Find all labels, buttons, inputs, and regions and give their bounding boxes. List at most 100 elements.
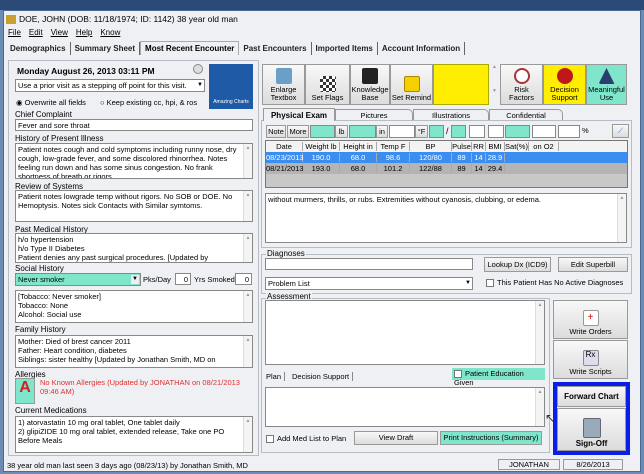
scrollbar[interactable]: ▲ bbox=[535, 388, 544, 426]
radio-overwrite[interactable]: ◉ Overwrite all fields bbox=[16, 98, 86, 107]
radio-keep[interactable]: ○ Keep existing cc, hpi, & ros bbox=[100, 98, 197, 107]
weight-input[interactable] bbox=[310, 125, 335, 138]
decision-support-button[interactable]: Decision Support bbox=[543, 64, 586, 105]
exam-textbox[interactable]: without murmers, thrills, or rubs. Extre… bbox=[265, 193, 627, 243]
table-cell: RR bbox=[472, 142, 486, 151]
scrollbar[interactable]: ▲ bbox=[243, 144, 252, 178]
bmi-input[interactable] bbox=[505, 125, 530, 138]
patient-education-checkbox[interactable]: Patient Education Given bbox=[452, 368, 545, 387]
meaningful-use-button[interactable]: Meaningful Use bbox=[586, 64, 627, 105]
menu-help[interactable]: Help bbox=[76, 28, 92, 37]
clock-icon[interactable] bbox=[193, 64, 203, 74]
set-remind-button[interactable]: Set Remind bbox=[390, 64, 433, 105]
scrollbar[interactable]: ▲ bbox=[243, 191, 252, 221]
tab-confidential[interactable]: Confidential bbox=[489, 109, 563, 120]
pmh-line: h/o hypertension bbox=[18, 235, 74, 244]
enlarge-textbox-button[interactable]: Enlarge Textbox bbox=[262, 64, 305, 105]
print-instructions-button[interactable]: Print Instructions (Summary) bbox=[440, 431, 542, 445]
pmh-textbox[interactable]: h/o hypertension h/o Type II Diabetes Pati… bbox=[15, 233, 253, 263]
table-row[interactable]: 08/21/2013 193.0 68.0 101.2 122/88 89 14 29.4 bbox=[266, 163, 627, 174]
pulse-input[interactable] bbox=[469, 125, 485, 138]
edit-superbill-button[interactable]: Edit Superbill bbox=[558, 257, 628, 272]
scrollbar[interactable]: ▲ bbox=[243, 234, 252, 262]
tab-plan[interactable]: Plan bbox=[266, 372, 286, 381]
no-active-diagnoses-checkbox[interactable]: This Patient Has No Active Diagnoses bbox=[486, 278, 623, 288]
scrollbar[interactable]: ▲ bbox=[243, 336, 252, 367]
tab-decision-support[interactable]: Decision Support bbox=[292, 372, 354, 381]
button-label: Set Flags bbox=[311, 93, 344, 102]
tab-past-encounters[interactable]: Past Encounters bbox=[239, 41, 312, 55]
percent-label: % bbox=[582, 126, 589, 135]
button-label: Knowledge Base bbox=[351, 85, 389, 102]
tab-summary-sheet[interactable]: Summary Sheet bbox=[71, 41, 141, 55]
table-cell: 14 bbox=[472, 153, 486, 162]
tab-physical-exam[interactable]: Physical Exam bbox=[263, 108, 335, 121]
vitals-graph-icon[interactable]: ⟋ bbox=[612, 124, 629, 138]
table-cell: Height in bbox=[340, 142, 377, 151]
assessment-textbox[interactable]: ▲ bbox=[265, 300, 545, 365]
view-draft-button[interactable]: View Draft bbox=[354, 431, 438, 445]
risk-factors-button[interactable]: Risk Factors bbox=[500, 64, 543, 105]
prior-visit-dropdown[interactable]: Use a prior visit as a stepping off poin… bbox=[15, 79, 205, 92]
social-history-textbox[interactable]: [Tobacco: Never smoker] Tobacco: None Alco… bbox=[15, 290, 253, 323]
exam-text: without murmers, thrills, or rubs. Extre… bbox=[268, 195, 542, 204]
tab-demographics[interactable]: Demographics bbox=[6, 41, 71, 55]
tab-most-recent-encounter[interactable]: Most Recent Encounter bbox=[140, 41, 240, 55]
chief-complaint-input[interactable]: Fever and sore throat bbox=[15, 119, 253, 131]
sat-input[interactable] bbox=[532, 125, 556, 138]
menu-know[interactable]: Know bbox=[100, 28, 120, 37]
reminder-scrollbar[interactable]: ▲ ▼ bbox=[490, 64, 499, 105]
checkered-flag-icon bbox=[319, 76, 336, 92]
smoking-status-dropdown[interactable]: Never smoker ▼ bbox=[15, 273, 141, 286]
problem-list-dropdown[interactable]: Problem List ▼ bbox=[265, 277, 473, 290]
scrollbar[interactable]: ▲ bbox=[535, 301, 544, 364]
sign-off-button[interactable]: Sign-Off bbox=[557, 408, 626, 451]
lookup-dx-button[interactable]: Lookup Dx (ICD9) bbox=[484, 257, 551, 272]
add-med-list-checkbox[interactable]: Add Med List to Plan bbox=[266, 434, 346, 444]
knowledge-base-button[interactable]: Knowledge Base bbox=[350, 64, 390, 105]
ros-textbox[interactable]: Patient notes lowgrade temp without rigo… bbox=[15, 190, 253, 222]
scrollbar[interactable]: ▲ bbox=[617, 194, 626, 242]
family-history-textbox[interactable]: Mother: Died of brest cancer 2011 Father:… bbox=[15, 335, 253, 368]
yrs-smoked-input[interactable]: 0 bbox=[235, 273, 252, 285]
allergy-icon[interactable]: A bbox=[15, 378, 35, 404]
hpi-textbox[interactable]: Patient notes cough and cold symptoms in… bbox=[15, 143, 253, 179]
bp-systolic-input[interactable] bbox=[429, 125, 444, 138]
menu-file[interactable]: File bbox=[8, 28, 21, 37]
pks-day-input[interactable]: 0 bbox=[175, 273, 191, 285]
rr-input[interactable] bbox=[488, 125, 504, 138]
menu-view[interactable]: View bbox=[51, 28, 68, 37]
button-label: Set Remind bbox=[391, 93, 432, 102]
tab-account-information[interactable]: Account Information bbox=[378, 41, 466, 55]
tab-pictures[interactable]: Pictures bbox=[335, 109, 413, 120]
flask-icon bbox=[598, 68, 615, 84]
scrollbar[interactable]: ▲ bbox=[243, 417, 252, 452]
table-row[interactable]: 08/23/2013 190.0 68.0 98.6 120/80 89 14 28.9 bbox=[266, 152, 627, 163]
diagnoses-input[interactable] bbox=[265, 258, 473, 270]
tab-imported-items[interactable]: Imported Items bbox=[312, 41, 378, 55]
diagnoses-label: Diagnoses bbox=[266, 249, 306, 258]
table-cell: BP bbox=[410, 142, 452, 151]
medications-textbox[interactable]: 1) atorvastatin 10 mg oral tablet, One t… bbox=[15, 416, 253, 453]
checkbox[interactable] bbox=[266, 435, 274, 444]
social-line: Alcohol: Social use bbox=[18, 310, 82, 319]
bp-diastolic-input[interactable] bbox=[451, 125, 466, 138]
write-orders-button[interactable]: + Write Orders bbox=[553, 300, 628, 339]
menu-edit[interactable]: Edit bbox=[29, 28, 43, 37]
o2-input[interactable] bbox=[558, 125, 580, 138]
scrollbar[interactable]: ▲ bbox=[243, 291, 252, 322]
forward-chart-button[interactable]: Forward Chart bbox=[557, 386, 626, 407]
note-button[interactable]: Note bbox=[266, 125, 286, 138]
more-button[interactable]: More bbox=[287, 125, 309, 138]
family-line: Siblings: sister healthy [Updated by Jon… bbox=[18, 355, 216, 364]
height-input[interactable] bbox=[349, 125, 376, 138]
checkbox[interactable] bbox=[454, 370, 462, 379]
tab-illustrations[interactable]: Illustrations bbox=[413, 109, 489, 120]
write-scripts-button[interactable]: Rx Write Scripts bbox=[553, 340, 628, 379]
vitals-table: Date Weight lb Height in Temp F BP Pulse RR BMI… bbox=[265, 140, 628, 188]
table-cell: 89 bbox=[452, 153, 472, 162]
temp-input[interactable] bbox=[389, 125, 415, 138]
checkbox[interactable] bbox=[486, 279, 494, 288]
plan-textbox[interactable]: ▲ bbox=[265, 387, 545, 427]
set-flags-button[interactable]: Set Flags bbox=[305, 64, 350, 105]
